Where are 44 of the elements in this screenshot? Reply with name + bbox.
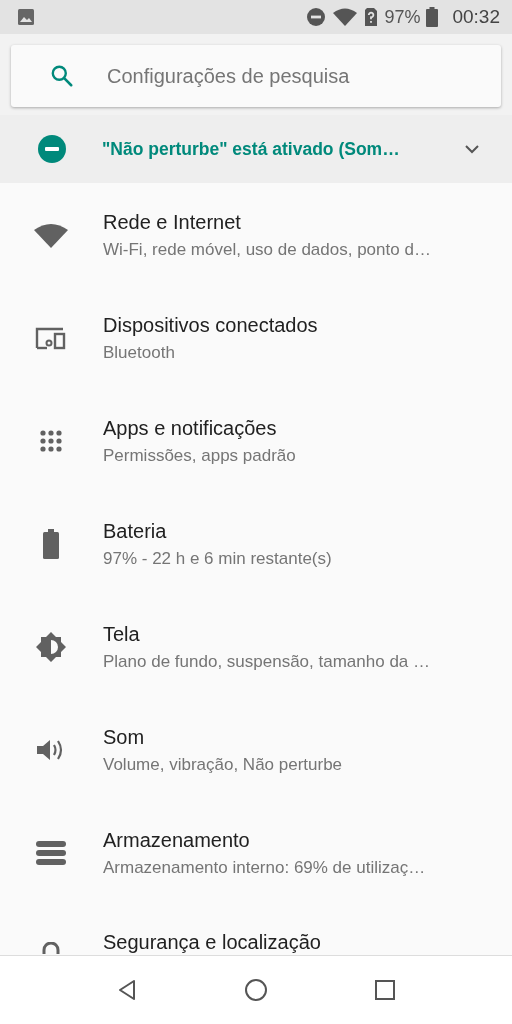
item-subtitle: Plano de fundo, suspensão, tamanho da …	[103, 652, 430, 672]
item-title: Tela	[103, 623, 141, 646]
wifi-icon	[32, 221, 69, 248]
recents-icon[interactable]	[374, 979, 396, 1001]
item-subtitle: Bluetooth	[103, 343, 176, 363]
settings-item[interactable]: Segurança e localização	[0, 904, 512, 954]
settings-item[interactable]: Tela Plano de fundo, suspensão, tamanho da …	[0, 595, 512, 698]
item-subtitle: Volume, vibração, Não perturbe	[103, 755, 343, 775]
suggestion-text: "Não perturbe" está ativado (Som…	[102, 138, 401, 160]
item-title: Segurança e localização	[103, 931, 321, 954]
settings-item[interactable]: Apps e notificações Permissões, apps padrão	[0, 389, 512, 492]
do-not-disturb-icon	[37, 134, 67, 164]
item-subtitle: Permissões, apps padrão	[103, 446, 296, 466]
brightness-icon	[34, 630, 67, 663]
clock: 00:32	[452, 6, 500, 28]
item-title: Apps e notificações	[103, 417, 278, 440]
settings-item[interactable]: Armazenamento Armazenamento interno: 69% de utilizaç…	[0, 801, 512, 904]
settings-item[interactable]: Rede e Internet Wi-Fi, rede móvel, uso de dados, ponto d…	[0, 183, 512, 286]
battery-icon	[42, 528, 59, 559]
settings-item[interactable]: Som Volume, vibração, Não perturbe	[0, 698, 512, 801]
suggestion-banner[interactable]: "Não perturbe" está ativado (Som…	[0, 115, 512, 183]
item-title: Dispositivos conectados	[103, 314, 318, 337]
wifi-icon	[332, 7, 359, 27]
do-not-disturb-icon	[306, 7, 327, 27]
battery-percentage: 97%	[384, 6, 421, 28]
item-title: Som	[103, 726, 146, 749]
image-icon	[16, 7, 36, 27]
item-subtitle: Wi-Fi, rede móvel, uso de dados, ponto d…	[103, 240, 431, 260]
item-subtitle: Armazenamento interno: 69% de utilizaç…	[103, 858, 426, 878]
battery-icon	[426, 7, 439, 27]
storage-icon	[35, 840, 66, 865]
back-icon[interactable]	[116, 979, 138, 1001]
item-title: Rede e Internet	[103, 211, 242, 234]
apps-grid-icon	[38, 428, 63, 453]
settings-item[interactable]: Dispositivos conectados Bluetooth	[0, 286, 512, 389]
home-icon[interactable]	[244, 978, 268, 1002]
item-title: Bateria	[103, 520, 168, 543]
sim-unknown-icon	[364, 7, 379, 27]
devices-icon	[34, 325, 67, 350]
search-icon	[49, 63, 75, 89]
settings-item[interactable]: Bateria 97% - 22 h e 6 min restante(s)	[0, 492, 512, 595]
item-title: Armazenamento	[103, 829, 251, 852]
search-bar[interactable]: Configurações de pesquisa	[11, 45, 501, 107]
item-subtitle: 97% - 22 h e 6 min restante(s)	[103, 549, 332, 569]
